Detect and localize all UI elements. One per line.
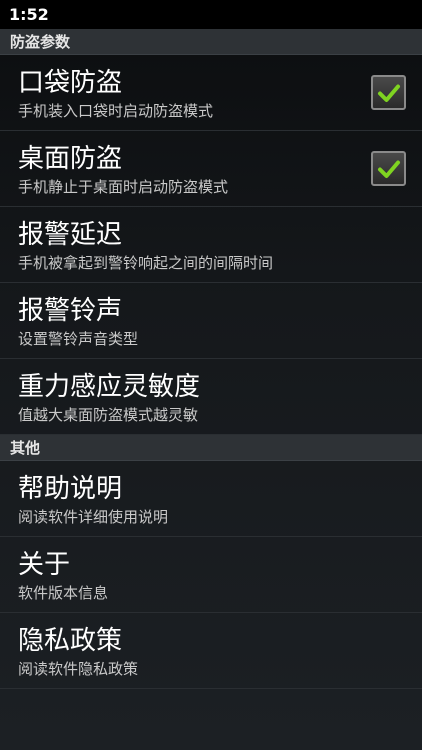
settings-list: 防盗参数 口袋防盗 手机装入口袋时启动防盗模式 桌面防盗 手机静止于桌面时启动防…: [0, 29, 422, 689]
pref-alarm-ringtone[interactable]: 报警铃声 设置警铃声音类型: [0, 283, 422, 359]
pref-summary: 阅读软件详细使用说明: [18, 508, 169, 526]
pref-desk-anti-theft[interactable]: 桌面防盗 手机静止于桌面时启动防盗模式: [0, 131, 422, 207]
pref-summary: 手机被拿起到警铃响起之间的间隔时间: [18, 254, 274, 272]
pref-title: 关于: [18, 550, 71, 580]
pref-title: 隐私政策: [18, 626, 123, 656]
pref-about[interactable]: 关于 软件版本信息: [0, 537, 422, 613]
pref-title: 帮助说明: [18, 474, 123, 504]
desk-anti-theft-checkbox[interactable]: [371, 151, 406, 186]
pref-title: 重力感应灵敏度: [18, 372, 201, 402]
pref-title: 报警铃声: [18, 296, 123, 326]
pocket-anti-theft-checkbox[interactable]: [371, 75, 406, 110]
pref-title: 桌面防盗: [18, 144, 123, 174]
pref-summary: 设置警铃声音类型: [18, 330, 139, 348]
pref-summary: 手机静止于桌面时启动防盗模式: [18, 178, 229, 196]
pref-alarm-delay[interactable]: 报警延迟 手机被拿起到警铃响起之间的间隔时间: [0, 207, 422, 283]
check-icon: [377, 84, 400, 102]
pref-pocket-anti-theft[interactable]: 口袋防盗 手机装入口袋时启动防盗模式: [0, 55, 422, 131]
status-time: 1:52: [9, 5, 49, 24]
pref-title: 报警延迟: [18, 220, 123, 250]
section-header-other: 其他: [0, 435, 422, 461]
pref-gravity-sensitivity[interactable]: 重力感应灵敏度 值越大桌面防盗模式越灵敏: [0, 359, 422, 435]
status-bar: 1:52: [0, 0, 422, 29]
pref-privacy-policy[interactable]: 隐私政策 阅读软件隐私政策: [0, 613, 422, 689]
pref-summary: 阅读软件隐私政策: [18, 660, 139, 678]
pref-summary: 手机装入口袋时启动防盗模式: [18, 102, 214, 120]
pref-help[interactable]: 帮助说明 阅读软件详细使用说明: [0, 461, 422, 537]
check-icon: [377, 160, 400, 178]
pref-summary: 值越大桌面防盗模式越灵敏: [18, 406, 199, 424]
pref-title: 口袋防盗: [18, 68, 123, 98]
section-header-anti-theft: 防盗参数: [0, 29, 422, 55]
pref-summary: 软件版本信息: [18, 584, 109, 602]
